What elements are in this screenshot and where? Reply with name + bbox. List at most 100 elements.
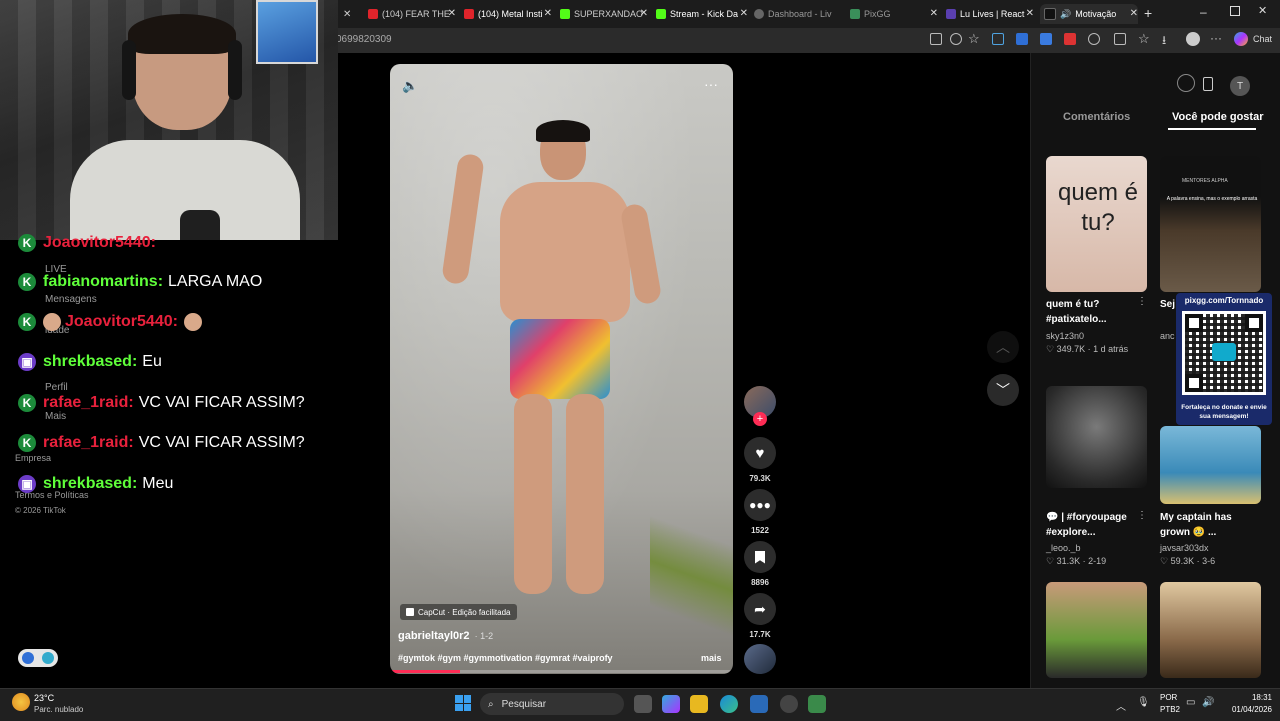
speaker-icon[interactable]: 🔊 [1060, 9, 1071, 20]
copilot-icon[interactable] [1234, 32, 1248, 46]
nav-profile[interactable]: Perfil [45, 382, 68, 393]
split-screen-icon[interactable] [930, 33, 942, 45]
video-caption[interactable]: #gymtok #gym #gymmotivation #gymrat #vai… [398, 653, 613, 663]
nav-more[interactable]: Mais [45, 411, 66, 422]
tab-dashboard[interactable]: Dashboard - Liv [754, 4, 842, 24]
video-author[interactable]: gabrieltayl0r2 · 1-2 [398, 630, 493, 642]
author-name[interactable]: gabrieltayl0r2 [398, 630, 470, 642]
extension-red-icon[interactable] [1064, 33, 1076, 45]
taskbar-search[interactable]: ⌕ Pesquisar [480, 693, 624, 715]
shield-extension-icon[interactable] [1016, 33, 1028, 45]
like-button[interactable]: ♥ [744, 437, 776, 469]
footer-company[interactable]: Empresa [15, 453, 51, 463]
suggested-thumbnail[interactable]: MENTORES ALPHA A palavra ensina, mas o e… [1160, 156, 1261, 292]
language-code[interactable]: POR [1160, 693, 1177, 702]
window-close-icon[interactable]: ✕ [1258, 4, 1267, 17]
extensions-puzzle-icon[interactable] [1088, 33, 1100, 45]
extension-blue-icon[interactable] [1040, 33, 1052, 45]
translate-icon[interactable] [950, 33, 962, 45]
card-title[interactable]: 💬 | #foryoupage #explore... [1046, 510, 1146, 540]
app-download-toggle[interactable] [18, 649, 58, 667]
keyboard-layout[interactable]: PTB2 [1160, 705, 1180, 714]
tab-close-prev[interactable]: ✕ [343, 4, 363, 24]
card-more-icon[interactable]: ⋮ [1137, 296, 1147, 307]
network-icon[interactable]: ▭ [1186, 697, 1195, 708]
photos-icon[interactable] [750, 695, 768, 713]
chat-message: K fabianomartins: LARGA MAO [18, 273, 262, 291]
volume-icon[interactable]: 🔈 [402, 78, 418, 94]
file-explorer-icon[interactable] [690, 695, 708, 713]
tab-pixgg[interactable]: PixGG ✕ [850, 4, 938, 24]
suggested-thumbnail[interactable] [1160, 582, 1261, 678]
more-options-icon[interactable]: ··· [704, 76, 718, 92]
follow-plus-icon[interactable]: + [753, 412, 767, 426]
tab-close-icon[interactable]: ✕ [930, 8, 938, 19]
card-user[interactable]: anc [1160, 331, 1175, 341]
card-user[interactable]: sky1z3n0 [1046, 331, 1084, 341]
edge-icon[interactable] [720, 695, 738, 713]
windows-start-icon[interactable] [455, 695, 471, 711]
volume-tray-icon[interactable]: 🔊 [1202, 697, 1214, 708]
card-more-icon[interactable]: ⋮ [1137, 510, 1147, 521]
card-likes: 31.3K [1056, 556, 1081, 566]
tab-close-icon[interactable]: ✕ [740, 8, 748, 19]
save-button[interactable] [744, 541, 776, 573]
weather-desc[interactable]: Parc. nublado [34, 705, 83, 714]
video-player[interactable]: 🔈 ··· CapCut · Edição facilitada gabriel… [390, 64, 733, 674]
favorite-star-icon[interactable]: ☆ [968, 31, 980, 47]
more-menu-icon[interactable]: ··· [1210, 31, 1222, 45]
clock-time[interactable]: 18:31 [1222, 693, 1272, 702]
new-tab-icon[interactable]: + [1144, 5, 1152, 21]
comment-button[interactable]: ●●● [744, 489, 776, 521]
tab-superxandao[interactable]: SUPERXANDAO ✕ [560, 4, 648, 24]
collections-icon[interactable] [1114, 33, 1126, 45]
suggested-thumbnail[interactable] [1160, 426, 1261, 504]
weather-icon[interactable] [12, 693, 30, 711]
tab-close-icon[interactable]: ✕ [1130, 8, 1138, 19]
suggested-thumbnail[interactable] [1046, 386, 1147, 488]
suggested-thumbnail[interactable]: quem é tu? [1046, 156, 1147, 292]
card-title[interactable]: My captain has grown 🥹 ... [1160, 510, 1260, 540]
next-video-button[interactable]: ﹀ [987, 374, 1019, 406]
card-user[interactable]: javsar303dx [1160, 543, 1209, 553]
clock-date[interactable]: 01/04/2026 [1222, 705, 1272, 714]
tab-motivacao-active[interactable]: 🔊 Motivação ✕ [1040, 4, 1138, 24]
card-title[interactable]: quem é tu? #patixatelo... [1046, 297, 1146, 327]
extension-icon[interactable] [992, 33, 1004, 45]
favorites-icon[interactable]: ☆ [1138, 31, 1150, 47]
sound-disc-icon[interactable] [744, 644, 776, 674]
previous-video-button[interactable]: ︿ [987, 331, 1019, 363]
suggested-thumbnail[interactable] [1046, 582, 1147, 678]
url-field[interactable]: 0699820309 [336, 34, 392, 45]
tab-close-icon[interactable]: ✕ [448, 8, 456, 19]
maximize-icon[interactable] [1230, 6, 1240, 16]
tab-fear-the[interactable]: (104) FEAR THE ✕ [368, 4, 456, 24]
share-button[interactable]: ➦ [744, 593, 776, 625]
tab-close-icon[interactable]: ✕ [640, 8, 648, 19]
tab-comments[interactable]: Comentários [1063, 111, 1130, 123]
download-icon[interactable]: ⭳ [1162, 31, 1166, 52]
tab-metal-insti[interactable]: (104) Metal Insti ✕ [464, 4, 552, 24]
card-user[interactable]: _leoo._b [1046, 543, 1081, 553]
compass-icon[interactable] [1177, 74, 1195, 92]
obs-icon[interactable] [780, 695, 798, 713]
phone-icon[interactable] [1203, 77, 1213, 91]
tray-expand-icon[interactable]: ︿ [1116, 698, 1126, 713]
weather-temp[interactable]: 23°C [34, 693, 54, 703]
minimize-icon[interactable]: – [1200, 5, 1207, 19]
profile-avatar-icon[interactable] [1186, 32, 1200, 46]
copilot-taskbar-icon[interactable] [662, 695, 680, 713]
effect-label[interactable]: CapCut · Edição facilitada [400, 604, 517, 620]
app-icon[interactable] [808, 695, 826, 713]
tab-close-icon[interactable]: ✕ [1026, 8, 1034, 19]
tab-close-icon[interactable]: ✕ [544, 8, 552, 19]
tab-stream-kick[interactable]: Stream - Kick Da ✕ [656, 4, 748, 24]
task-view-icon[interactable] [634, 695, 652, 713]
user-avatar[interactable]: T [1230, 76, 1250, 96]
chat-button[interactable]: Chat [1253, 34, 1272, 44]
tab-lu-lives[interactable]: Lu Lives | React ✕ [946, 4, 1034, 24]
microphone-icon[interactable]: 🎙 [1137, 697, 1150, 708]
tab-suggestions[interactable]: Você pode gostar [1172, 111, 1263, 123]
caption-more-link[interactable]: mais [701, 653, 722, 663]
nav-messages[interactable]: Mensagens [45, 294, 97, 305]
